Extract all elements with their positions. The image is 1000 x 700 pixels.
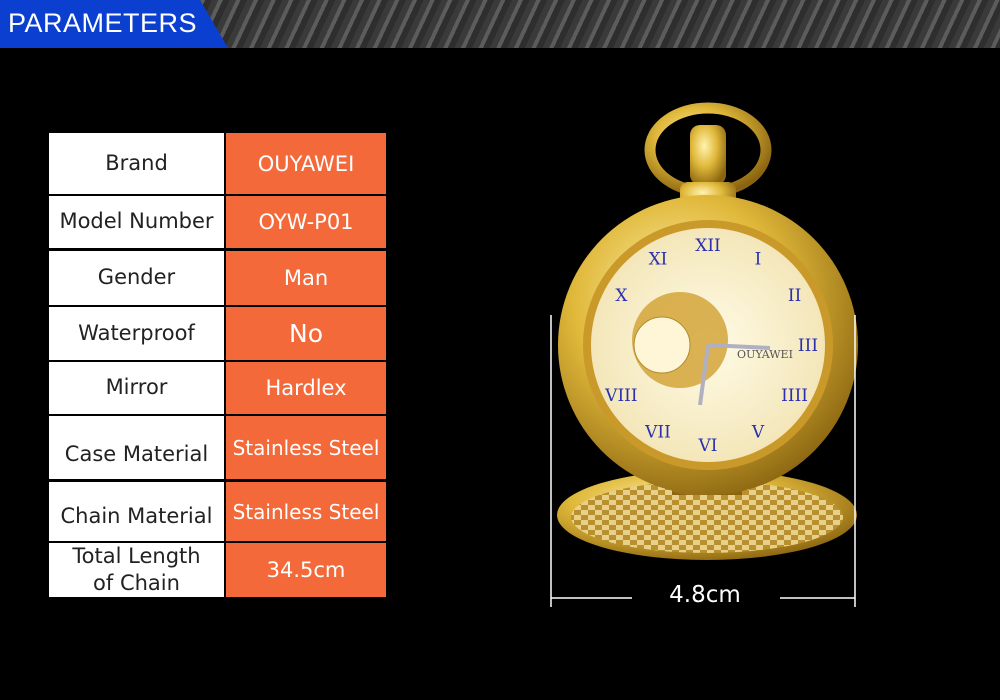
- param-label: Total Length of Chain: [49, 543, 224, 597]
- page-title: PARAMETERS: [8, 8, 198, 38]
- numeral: X: [615, 286, 628, 306]
- table-row: Case Material Stainless Steel: [49, 416, 387, 479]
- numeral: VI: [698, 436, 718, 456]
- param-value: Hardlex: [226, 362, 386, 414]
- dial-brand: OUYAWEI: [737, 348, 793, 361]
- numeral: IIII: [781, 386, 808, 406]
- table-row: Total Length of Chain 34.5cm: [49, 543, 387, 597]
- table-row: Model Number OYW-P01: [49, 196, 387, 248]
- numeral: VIII: [604, 386, 637, 406]
- param-value: OUYAWEI: [226, 133, 386, 194]
- param-label: Waterproof: [49, 307, 224, 360]
- param-value: Stainless Steel: [226, 416, 386, 479]
- numeral: XI: [649, 249, 668, 269]
- param-value: OYW-P01: [226, 196, 386, 248]
- param-label: Case Material: [49, 416, 224, 479]
- header-banner: PARAMETERS: [0, 0, 1000, 48]
- table-row: Waterproof No: [49, 307, 387, 360]
- numeral: I: [755, 249, 762, 269]
- param-value: No: [226, 307, 386, 360]
- pocket-watch-image: XIIIIIIIIIIIIVVIVIIVIIIXXI OUYAWEI: [550, 102, 858, 607]
- numeral: III: [798, 336, 818, 356]
- param-label: Mirror: [49, 362, 224, 414]
- table-row: Gender Man: [49, 251, 387, 305]
- param-label: Brand: [49, 133, 224, 194]
- width-dimension-label: 4.8cm: [669, 582, 741, 608]
- numeral: V: [751, 423, 765, 443]
- table-row: Chain Material Stainless Steel: [49, 482, 387, 541]
- param-value: Stainless Steel: [226, 482, 386, 541]
- param-value: Man: [226, 251, 386, 305]
- numeral: VII: [644, 423, 671, 443]
- header-tab: PARAMETERS: [0, 0, 228, 48]
- numeral: II: [788, 286, 801, 306]
- numeral: XII: [695, 236, 721, 256]
- param-label: Model Number: [49, 196, 224, 248]
- param-label: Gender: [49, 251, 224, 305]
- table-row: Brand OUYAWEI: [49, 133, 387, 194]
- param-label: Chain Material: [49, 482, 224, 541]
- table-row: Mirror Hardlex: [49, 362, 387, 414]
- param-value: 34.5cm: [226, 543, 386, 597]
